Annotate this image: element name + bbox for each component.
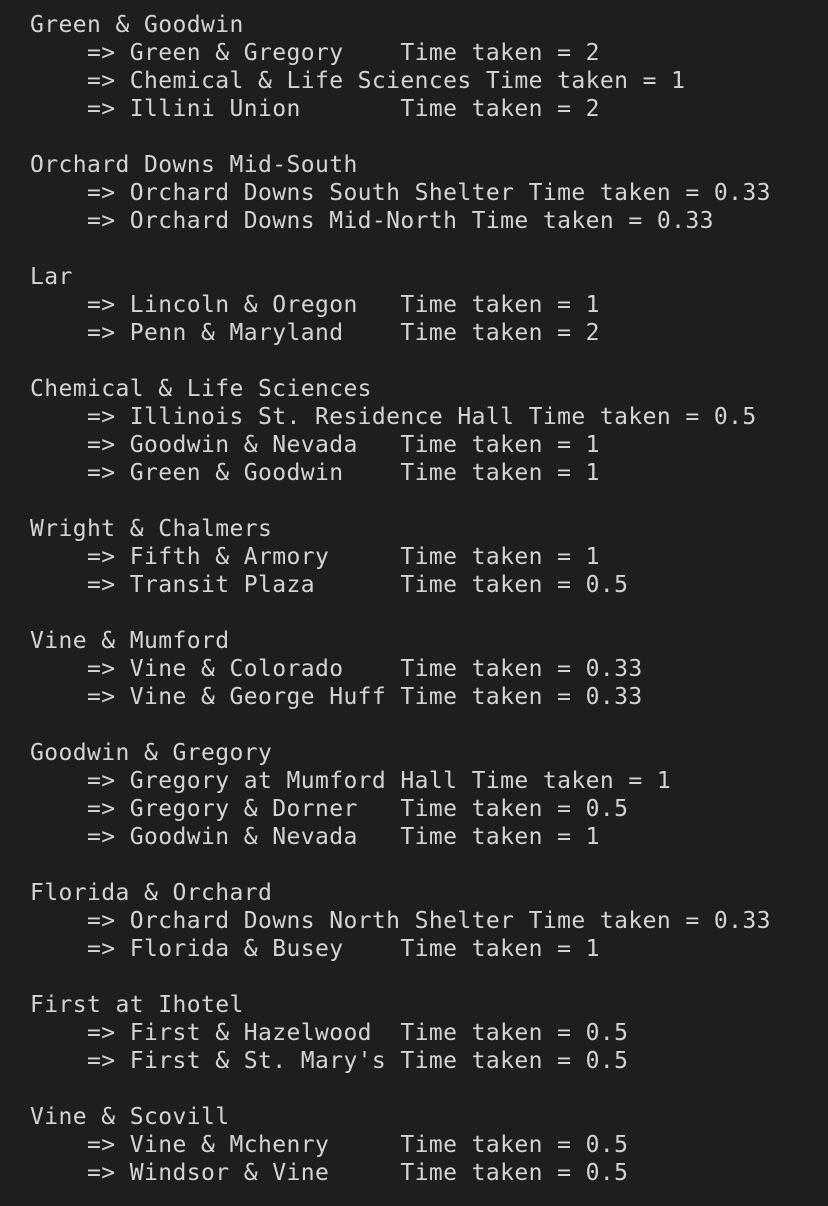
stop-heading-line: Chemical & Life Sciences xyxy=(30,376,372,402)
stop-heading-line: Vine & Mumford xyxy=(30,628,230,654)
stop-heading-line: Lar xyxy=(30,264,73,290)
stop-heading-line: Vine & Scovill xyxy=(30,1104,230,1130)
route-edge-line: => Transit Plaza Time taken = 0.5 xyxy=(30,572,629,598)
stop-heading-line: Orchard Downs Mid-South xyxy=(30,152,358,178)
route-edge-line: => Green & Gregory Time taken = 2 xyxy=(30,40,600,66)
route-edge-line: => Illini Union Time taken = 2 xyxy=(30,96,600,122)
route-edge-line: => Florida & Busey Time taken = 1 xyxy=(30,936,600,962)
stop-heading-line: First at Ihotel xyxy=(30,992,244,1018)
route-edge-line: => Illinois St. Residence Hall Time take… xyxy=(30,404,757,430)
route-edge-line: => Gregory at Mumford Hall Time taken = … xyxy=(30,768,672,794)
route-edge-line: => Vine & George Huff Time taken = 0.33 xyxy=(30,684,643,710)
route-edge-line: => Gregory & Dorner Time taken = 0.5 xyxy=(30,796,629,822)
route-edge-line: => Orchard Downs Mid-North Time taken = … xyxy=(30,208,714,234)
route-edge-line: => First & St. Mary's Time taken = 0.5 xyxy=(30,1048,629,1074)
route-edge-line: => Vine & Colorado Time taken = 0.33 xyxy=(30,656,643,682)
route-edge-line: => Green & Goodwin Time taken = 1 xyxy=(30,460,600,486)
route-edge-line: => Lincoln & Oregon Time taken = 1 xyxy=(30,292,600,318)
stop-heading-line: Goodwin & Gregory xyxy=(30,740,273,766)
terminal-output-text: Green & Goodwin => Green & Gregory Time … xyxy=(30,11,828,1187)
route-edge-line: => Goodwin & Nevada Time taken = 1 xyxy=(30,824,600,850)
stop-heading-line: Wright & Chalmers xyxy=(30,516,273,542)
route-edge-line: => Penn & Maryland Time taken = 2 xyxy=(30,320,600,346)
terminal-output-panel: Green & Goodwin => Green & Gregory Time … xyxy=(0,0,828,1206)
route-edge-line: => Orchard Downs South Shelter Time take… xyxy=(30,180,771,206)
route-edge-line: => Fifth & Armory Time taken = 1 xyxy=(30,544,600,570)
route-edge-line: => Windsor & Vine Time taken = 0.5 xyxy=(30,1160,629,1186)
route-edge-line: => Chemical & Life Sciences Time taken =… xyxy=(30,68,686,94)
route-edge-line: => Vine & Mchenry Time taken = 0.5 xyxy=(30,1132,629,1158)
route-edge-line: => Goodwin & Nevada Time taken = 1 xyxy=(30,432,600,458)
route-edge-line: => Orchard Downs North Shelter Time take… xyxy=(30,908,771,934)
route-edge-line: => First & Hazelwood Time taken = 0.5 xyxy=(30,1020,629,1046)
stop-heading-line: Green & Goodwin xyxy=(30,12,244,38)
stop-heading-line: Florida & Orchard xyxy=(30,880,273,906)
